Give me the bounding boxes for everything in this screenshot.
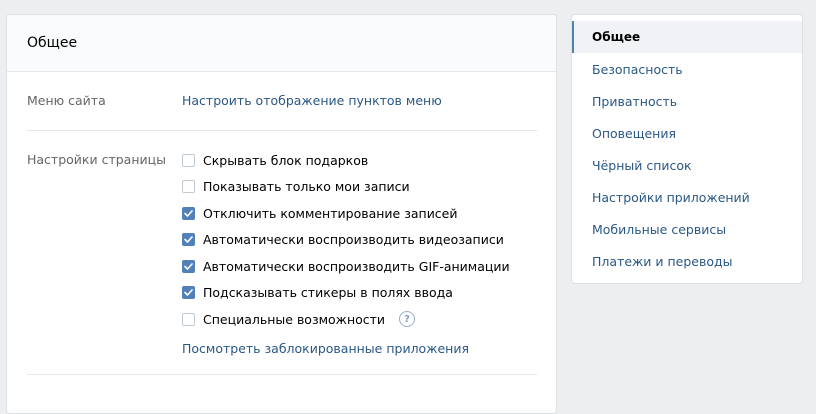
- checkbox-row[interactable]: Специальные возможности?: [182, 306, 556, 333]
- checkbox-row[interactable]: Показывать только мои записи: [182, 174, 556, 201]
- checkbox-list: Скрывать блок подарков Показывать только …: [182, 147, 556, 356]
- page-title: Общее: [27, 35, 78, 51]
- page-settings-row: Настройки страницы Скрывать блок подарко…: [7, 131, 556, 374]
- checkbox-row[interactable]: Подсказывать стикеры в полях ввода: [182, 280, 556, 307]
- checkbox-unchecked[interactable]: [182, 153, 195, 167]
- checkbox-row[interactable]: Автоматически воспроизводить GIF-анимаци…: [182, 253, 556, 280]
- page-settings-label: Настройки страницы: [27, 152, 166, 167]
- checkbox-label[interactable]: Отключить комментирование записей: [203, 206, 458, 221]
- sidebar-item[interactable]: Общее: [572, 21, 802, 53]
- menu-settings-row: Меню сайта Настроить отображение пунктов…: [7, 72, 556, 130]
- sidebar-item[interactable]: Оповещения: [572, 117, 802, 149]
- settings-panel: Общее Меню сайта Настроить отображение п…: [6, 14, 557, 414]
- checkbox-label[interactable]: Автоматически воспроизводить GIF-анимаци…: [203, 259, 510, 274]
- checkbox-row[interactable]: Скрывать блок подарков: [182, 147, 556, 174]
- help-icon[interactable]: ?: [399, 311, 416, 328]
- checkbox-checked[interactable]: [182, 206, 195, 220]
- checkmark-icon: [184, 262, 193, 270]
- checkmark-icon: [184, 289, 193, 297]
- checkbox-label[interactable]: Скрывать блок подарков: [203, 153, 368, 168]
- checkbox-checked[interactable]: [182, 286, 195, 300]
- settings-nav: Общее Безопасность Приватность Оповещения Чё…: [571, 14, 803, 284]
- sidebar-item[interactable]: Платежи и переводы: [572, 245, 802, 277]
- checkbox-label[interactable]: Автоматически воспроизводить видеозаписи: [203, 232, 504, 247]
- sidebar-item[interactable]: Безопасность: [572, 53, 802, 85]
- sidebar-item[interactable]: Чёрный список: [572, 149, 802, 181]
- checkmark-icon: [184, 236, 193, 244]
- divider: [27, 373, 537, 375]
- configure-menu-link[interactable]: Настроить отображение пунктов меню: [182, 93, 442, 108]
- checkbox-checked[interactable]: [182, 233, 195, 247]
- panel-header: Общее: [7, 15, 556, 72]
- checkbox-label[interactable]: Подсказывать стикеры в полях ввода: [203, 285, 453, 300]
- blocked-apps-link[interactable]: Посмотреть заблокированные приложения: [182, 341, 469, 356]
- checkbox-checked[interactable]: [182, 259, 195, 273]
- menu-label: Меню сайта: [27, 93, 106, 108]
- checkbox-label[interactable]: Показывать только мои записи: [203, 179, 410, 194]
- checkmark-icon: [184, 209, 193, 217]
- checkbox-row[interactable]: Отключить комментирование записей: [182, 200, 556, 227]
- sidebar-item[interactable]: Мобильные сервисы: [572, 213, 802, 245]
- sidebar-item[interactable]: Приватность: [572, 85, 802, 117]
- checkbox-row[interactable]: Автоматически воспроизводить видеозаписи: [182, 227, 556, 254]
- checkbox-label[interactable]: Специальные возможности: [203, 312, 385, 327]
- checkbox-unchecked[interactable]: [182, 312, 195, 326]
- checkbox-unchecked[interactable]: [182, 180, 195, 194]
- sidebar-item[interactable]: Настройки приложений: [572, 181, 802, 213]
